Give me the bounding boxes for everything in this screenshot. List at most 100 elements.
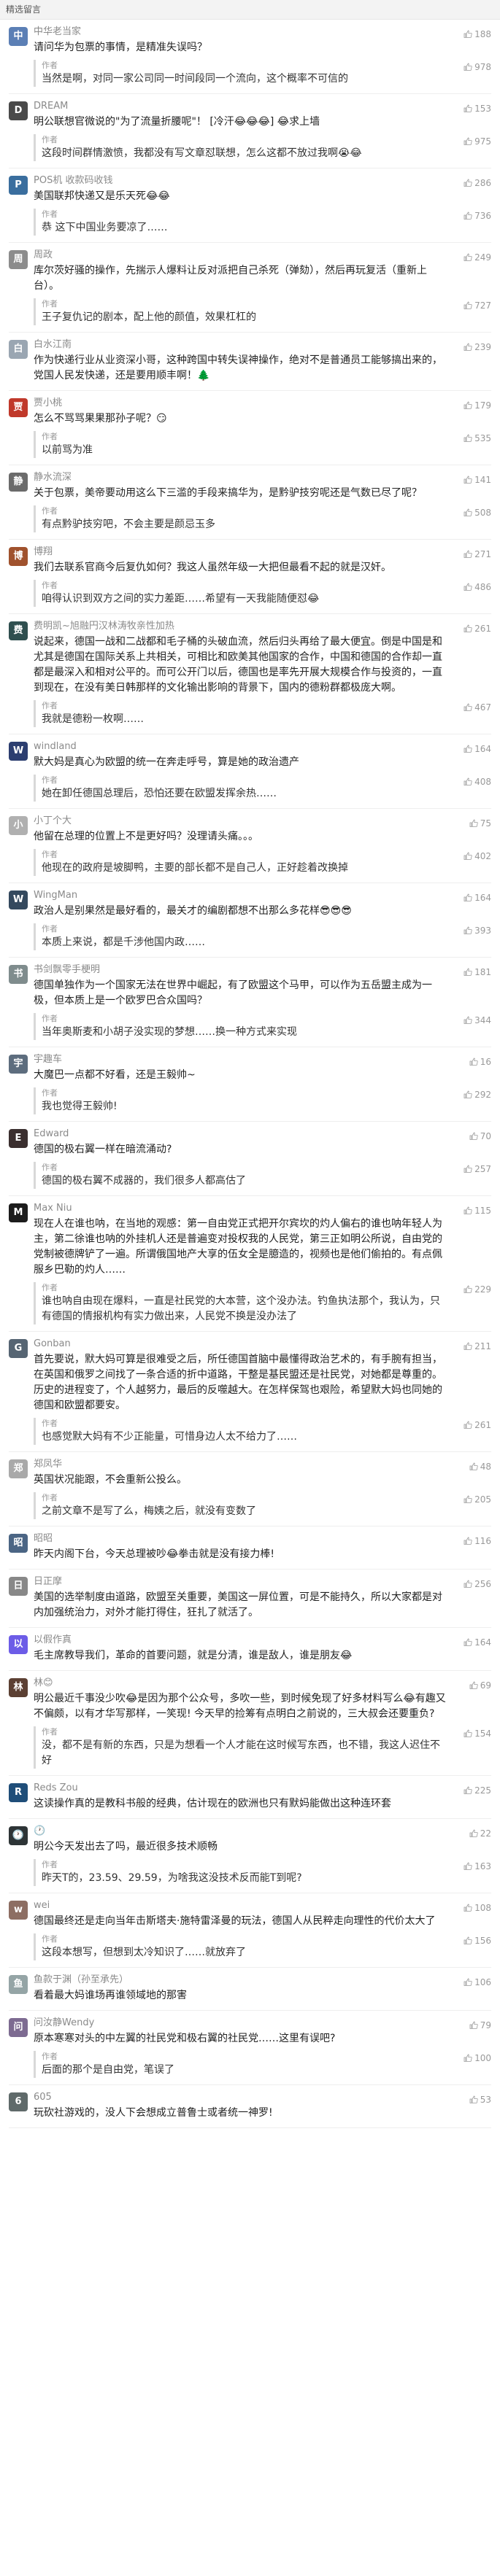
commenter-name[interactable]: Gonban (34, 1338, 446, 1351)
like-button[interactable]: 256 (464, 1578, 491, 1590)
commenter-name[interactable]: 静水流深 (34, 471, 446, 484)
reply-like-button[interactable]: 261 (464, 1419, 491, 1431)
avatar[interactable]: 林 (9, 1678, 28, 1697)
commenter-name[interactable]: 鱼款于渊（孙至承先） (34, 1974, 446, 1987)
like-button[interactable]: 164 (464, 1637, 491, 1648)
avatar[interactable]: 鱼 (9, 1975, 28, 1994)
avatar[interactable]: W (9, 891, 28, 909)
reply-like-button[interactable]: 402 (464, 850, 491, 862)
reply-like-button[interactable]: 156 (464, 1935, 491, 1947)
like-button[interactable]: 164 (464, 743, 491, 755)
reply-like-button[interactable]: 975 (464, 136, 491, 147)
avatar[interactable]: w (9, 1901, 28, 1920)
commenter-name[interactable]: 周政 (34, 249, 446, 262)
commenter-name[interactable]: 问汝静Wendy (34, 2017, 446, 2030)
like-button[interactable]: 286 (464, 177, 491, 189)
commenter-name[interactable]: 郑凤华 (34, 1458, 446, 1471)
like-button[interactable]: 48 (469, 1461, 491, 1473)
avatar[interactable]: 书 (9, 965, 28, 984)
reply-like-button[interactable]: 229 (464, 1284, 491, 1295)
avatar[interactable]: 以 (9, 1635, 28, 1654)
avatar[interactable]: 静 (9, 473, 28, 492)
commenter-name[interactable]: 🕐 (34, 1825, 446, 1838)
like-button[interactable]: 261 (464, 623, 491, 635)
reply-like-button[interactable]: 393 (464, 925, 491, 936)
reply-like-button[interactable]: 727 (464, 300, 491, 311)
avatar[interactable]: 🕐 (9, 1826, 28, 1845)
like-button[interactable]: 249 (464, 252, 491, 263)
commenter-name[interactable]: 605 (34, 2091, 446, 2104)
reply-like-button[interactable]: 736 (464, 210, 491, 222)
commenter-name[interactable]: Edward (34, 1128, 446, 1141)
commenter-name[interactable]: POS机 收款码收钱 (34, 174, 446, 187)
like-button[interactable]: 179 (464, 400, 491, 411)
avatar[interactable]: 昭 (9, 1534, 28, 1553)
like-button[interactable]: 271 (464, 548, 491, 560)
avatar[interactable]: 郑 (9, 1459, 28, 1478)
commenter-name[interactable]: 费明凯~旭融円汉林涛牧亲性加热 (34, 620, 446, 633)
reply-like-button[interactable]: 292 (464, 1089, 491, 1101)
like-button[interactable]: 211 (464, 1341, 491, 1352)
reply-like-button[interactable]: 467 (464, 702, 491, 713)
like-button[interactable]: 153 (464, 103, 491, 115)
commenter-name[interactable]: 小丁个大 (34, 815, 446, 828)
commenter-name[interactable]: 白水江南 (34, 338, 446, 352)
avatar[interactable]: 宇 (9, 1055, 28, 1074)
commenter-name[interactable]: 林😊 (34, 1677, 446, 1690)
like-button[interactable]: 188 (464, 28, 491, 40)
commenter-name[interactable]: windland (34, 740, 446, 753)
like-button[interactable]: 69 (469, 1680, 491, 1691)
like-button[interactable]: 181 (464, 966, 491, 978)
like-button[interactable]: 225 (464, 1785, 491, 1796)
avatar[interactable]: D (9, 101, 28, 120)
commenter-name[interactable]: 中华老当家 (34, 26, 446, 39)
reply-like-button[interactable]: 257 (464, 1163, 491, 1175)
like-button[interactable]: 239 (464, 341, 491, 353)
avatar[interactable]: 博 (9, 547, 28, 566)
like-button[interactable]: 164 (464, 892, 491, 904)
like-button[interactable]: 22 (469, 1828, 491, 1839)
avatar[interactable]: E (9, 1129, 28, 1148)
reply-like-button[interactable]: 535 (464, 432, 491, 444)
commenter-name[interactable]: WingMan (34, 889, 446, 902)
reply-like-button[interactable]: 154 (464, 1728, 491, 1739)
reply-like-button[interactable]: 205 (464, 1494, 491, 1505)
commenter-name[interactable]: 书剑飘零手梗明 (34, 963, 446, 977)
reply-like-button[interactable]: 978 (464, 61, 491, 73)
commenter-name[interactable]: Max Niu (34, 1202, 446, 1215)
avatar[interactable]: W (9, 742, 28, 761)
avatar[interactable]: 贾 (9, 398, 28, 417)
avatar[interactable]: 中 (9, 27, 28, 46)
like-button[interactable]: 106 (464, 1976, 491, 1988)
like-button[interactable]: 75 (469, 818, 491, 829)
avatar[interactable]: G (9, 1339, 28, 1358)
reply-like-button[interactable]: 163 (464, 1861, 491, 1872)
reply-like-button[interactable]: 344 (464, 1015, 491, 1026)
avatar[interactable]: 6 (9, 2092, 28, 2111)
like-button[interactable]: 116 (464, 1535, 491, 1547)
avatar[interactable]: 周 (9, 250, 28, 269)
avatar[interactable]: 费 (9, 621, 28, 640)
avatar[interactable]: M (9, 1203, 28, 1222)
reply-like-button[interactable]: 408 (464, 776, 491, 788)
reply-like-button[interactable]: 486 (464, 581, 491, 593)
commenter-name[interactable]: 以假作真 (34, 1634, 446, 1647)
commenter-name[interactable]: wei (34, 1899, 446, 1912)
reply-like-button[interactable]: 508 (464, 507, 491, 519)
commenter-name[interactable]: 贾小桃 (34, 397, 446, 410)
avatar[interactable]: 日 (9, 1577, 28, 1596)
commenter-name[interactable]: 昭昭 (34, 1532, 446, 1545)
like-button[interactable]: 108 (464, 1902, 491, 1914)
commenter-name[interactable]: 宇趣车 (34, 1053, 446, 1066)
like-button[interactable]: 53 (469, 2094, 491, 2106)
commenter-name[interactable]: 日正摩 (34, 1575, 446, 1588)
avatar[interactable]: 问 (9, 2018, 28, 2037)
like-button[interactable]: 79 (469, 2020, 491, 2031)
like-button[interactable]: 141 (464, 474, 491, 486)
like-button[interactable]: 115 (464, 1205, 491, 1217)
commenter-name[interactable]: DREAM (34, 100, 446, 113)
reply-like-button[interactable]: 100 (464, 2052, 491, 2064)
commenter-name[interactable]: Reds Zou (34, 1782, 446, 1795)
avatar[interactable]: 白 (9, 340, 28, 359)
commenter-name[interactable]: 博翔 (34, 546, 446, 559)
